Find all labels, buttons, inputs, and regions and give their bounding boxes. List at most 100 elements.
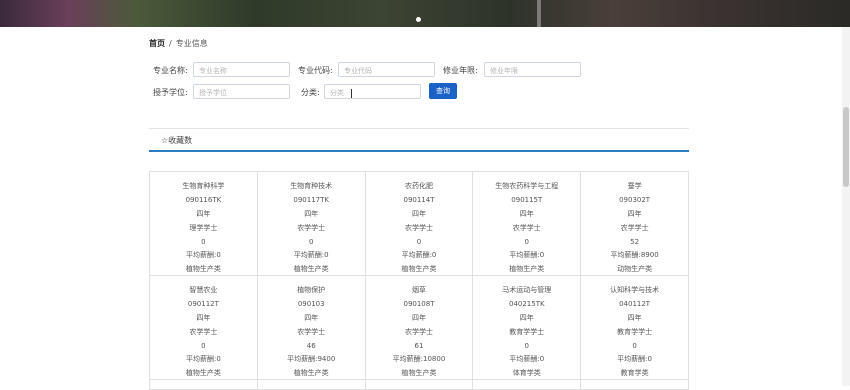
major-salary: 平均薪酬:0 — [401, 251, 437, 260]
major-favorites: 61 — [414, 341, 424, 350]
major-name: 农药化肥 — [404, 182, 433, 190]
major-name: 烟草 — [411, 286, 426, 294]
major-code-input[interactable]: 专业代码 — [338, 62, 435, 77]
major-card[interactable]: 生物育种科学 090116TK 四年 理学学士 0 平均薪酬:0 植物生产类 — [150, 172, 258, 276]
study-years-label: 修业年限: — [443, 66, 478, 75]
major-favorites: 0 — [416, 237, 422, 246]
major-name: 智慧农业 — [189, 286, 218, 294]
major-code: 090116TK — [185, 195, 222, 204]
major-name: 植物保护 — [297, 286, 326, 294]
major-grid-row: 生物育种科学 090116TK 四年 理学学士 0 平均薪酬:0 植物生产类 生物育种技术 0… — [150, 172, 689, 276]
major-favorites: 0 — [308, 237, 314, 246]
banner-image-detail — [537, 0, 541, 27]
major-name-input[interactable]: 专业名称 — [193, 62, 290, 77]
major-degree: 农学学士 — [189, 327, 218, 336]
major-card[interactable]: 植物保护 090103 四年 农学学士 46 平均薪酬:9400 植物生产类 — [257, 276, 366, 380]
major-favorites: 0 — [524, 341, 530, 350]
query-button[interactable]: 查询 — [429, 83, 457, 99]
major-card[interactable] — [150, 380, 258, 390]
major-salary: 平均薪酬:0 — [509, 251, 545, 260]
major-years: 四年 — [411, 209, 426, 218]
major-salary: 平均薪酬:0 — [509, 355, 545, 364]
major-code: 090112T — [187, 299, 219, 308]
breadcrumb-current: 专业信息 — [175, 39, 208, 48]
major-card[interactable]: 生物农药科学与工程 090115T 四年 农学学士 0 平均薪酬:0 植物生产类 — [473, 172, 582, 276]
major-degree: 理学学士 — [189, 223, 218, 232]
breadcrumb-home-link[interactable]: 首页 — [149, 39, 165, 48]
major-years: 四年 — [519, 313, 534, 322]
major-card[interactable] — [473, 380, 582, 390]
major-years: 四年 — [304, 313, 319, 322]
text-cursor-icon — [351, 89, 353, 98]
major-grid-row: 智慧农业 090112T 四年 农学学士 0 平均薪酬:0 植物生产类 植物保护 090103… — [150, 276, 689, 380]
major-grid: 生物育种科学 090116TK 四年 理学学士 0 平均薪酬:0 植物生产类 生物育种技术 0… — [149, 171, 689, 390]
major-code: 090103 — [297, 299, 325, 308]
degree-label: 授予学位: — [153, 88, 188, 97]
major-years: 四年 — [304, 209, 319, 218]
major-favorites: 0 — [632, 341, 637, 350]
major-name: 生物育种技术 — [290, 182, 333, 190]
major-salary: 平均薪酬:0 — [185, 251, 221, 260]
favorites-bar: ☆收藏数 — [149, 128, 689, 152]
breadcrumb: 首页 / 专业信息 — [149, 38, 208, 49]
major-salary: 平均薪酬:0 — [185, 355, 221, 364]
major-card[interactable]: 生物育种技术 090117TK 四年 农学学士 0 平均薪酬:0 植物生产类 — [257, 172, 366, 276]
major-code: 090115T — [511, 195, 543, 204]
major-degree: 农学学士 — [620, 223, 649, 232]
major-degree: 农学学士 — [297, 223, 326, 232]
major-name-label: 专业名称: — [153, 66, 188, 75]
major-years: 四年 — [519, 209, 534, 218]
major-code-label: 专业代码: — [298, 66, 333, 75]
major-code: 040112T — [619, 299, 651, 308]
major-salary: 平均薪酬:0 — [617, 355, 652, 364]
major-name: 马术运动与管理 — [502, 286, 552, 294]
major-degree: 农学学士 — [404, 223, 433, 232]
major-degree: 农学学士 — [404, 327, 433, 336]
major-card[interactable]: 农药化肥 090114T 四年 农学学士 0 平均薪酬:0 植物生产类 — [365, 172, 474, 276]
major-favorites: 0 — [524, 237, 530, 246]
major-code: 090302T — [619, 195, 651, 204]
breadcrumb-separator: / — [169, 39, 172, 48]
major-grid-row — [150, 380, 689, 390]
major-name: 认知科学与技术 — [610, 286, 660, 294]
major-card[interactable]: 蚕学 090302T 四年 农学学士 52 平均薪酬:8900 动物生产类 — [581, 172, 689, 276]
major-salary: 平均薪酬:10800 — [392, 355, 446, 364]
major-years: 四年 — [627, 313, 642, 322]
favorites-count-link[interactable]: ☆收藏数 — [161, 135, 192, 146]
major-favorites: 52 — [630, 237, 640, 246]
major-favorites: 0 — [201, 341, 206, 350]
banner-carousel[interactable] — [0, 0, 850, 27]
category-label: 分类: — [301, 88, 320, 97]
category-input[interactable]: 分类 — [324, 84, 421, 99]
major-card[interactable]: 认知科学与技术 040112T 四年 教育学学士 0 平均薪酬:0 教育学类 — [581, 276, 689, 380]
major-salary: 平均薪酬:9400 — [287, 355, 336, 364]
major-degree: 农学学士 — [297, 327, 326, 336]
major-code: 090108T — [403, 299, 435, 308]
major-card[interactable]: 烟草 090108T 四年 农学学士 61 平均薪酬:10800 植物生产类 — [365, 276, 474, 380]
scrollbar-thumb[interactable] — [843, 107, 849, 187]
major-code: 090114T — [403, 195, 435, 204]
study-years-input[interactable]: 修业年限 — [484, 62, 581, 77]
major-card[interactable] — [581, 380, 689, 390]
major-card[interactable]: 马术运动与管理 040215TK 四年 教育学学士 0 平均薪酬:0 体育学类 — [473, 276, 582, 380]
major-years: 四年 — [196, 313, 211, 322]
page-scrollbar[interactable] — [842, 27, 850, 386]
major-salary: 平均薪酬:8900 — [610, 251, 659, 260]
major-degree: 教育学学士 — [617, 327, 653, 336]
carousel-indicator-dot[interactable] — [416, 17, 421, 22]
major-name: 蚕学 — [627, 182, 642, 190]
major-code: 040215TK — [508, 299, 545, 308]
major-years: 四年 — [627, 209, 642, 218]
major-favorites: 46 — [306, 341, 316, 350]
major-code: 090117TK — [293, 195, 329, 204]
major-card[interactable]: 智慧农业 090112T 四年 农学学士 0 平均薪酬:0 植物生产类 — [150, 276, 258, 380]
major-card[interactable] — [365, 380, 474, 390]
major-favorites: 0 — [201, 237, 206, 246]
major-name: 生物农药科学与工程 — [495, 182, 559, 190]
major-card[interactable] — [257, 380, 366, 390]
degree-input[interactable]: 授予学位 — [193, 84, 290, 99]
major-salary: 平均薪酬:0 — [293, 251, 329, 260]
major-years: 四年 — [196, 209, 211, 218]
major-degree: 教育学学士 — [509, 327, 545, 336]
major-name: 生物育种科学 — [182, 182, 225, 190]
